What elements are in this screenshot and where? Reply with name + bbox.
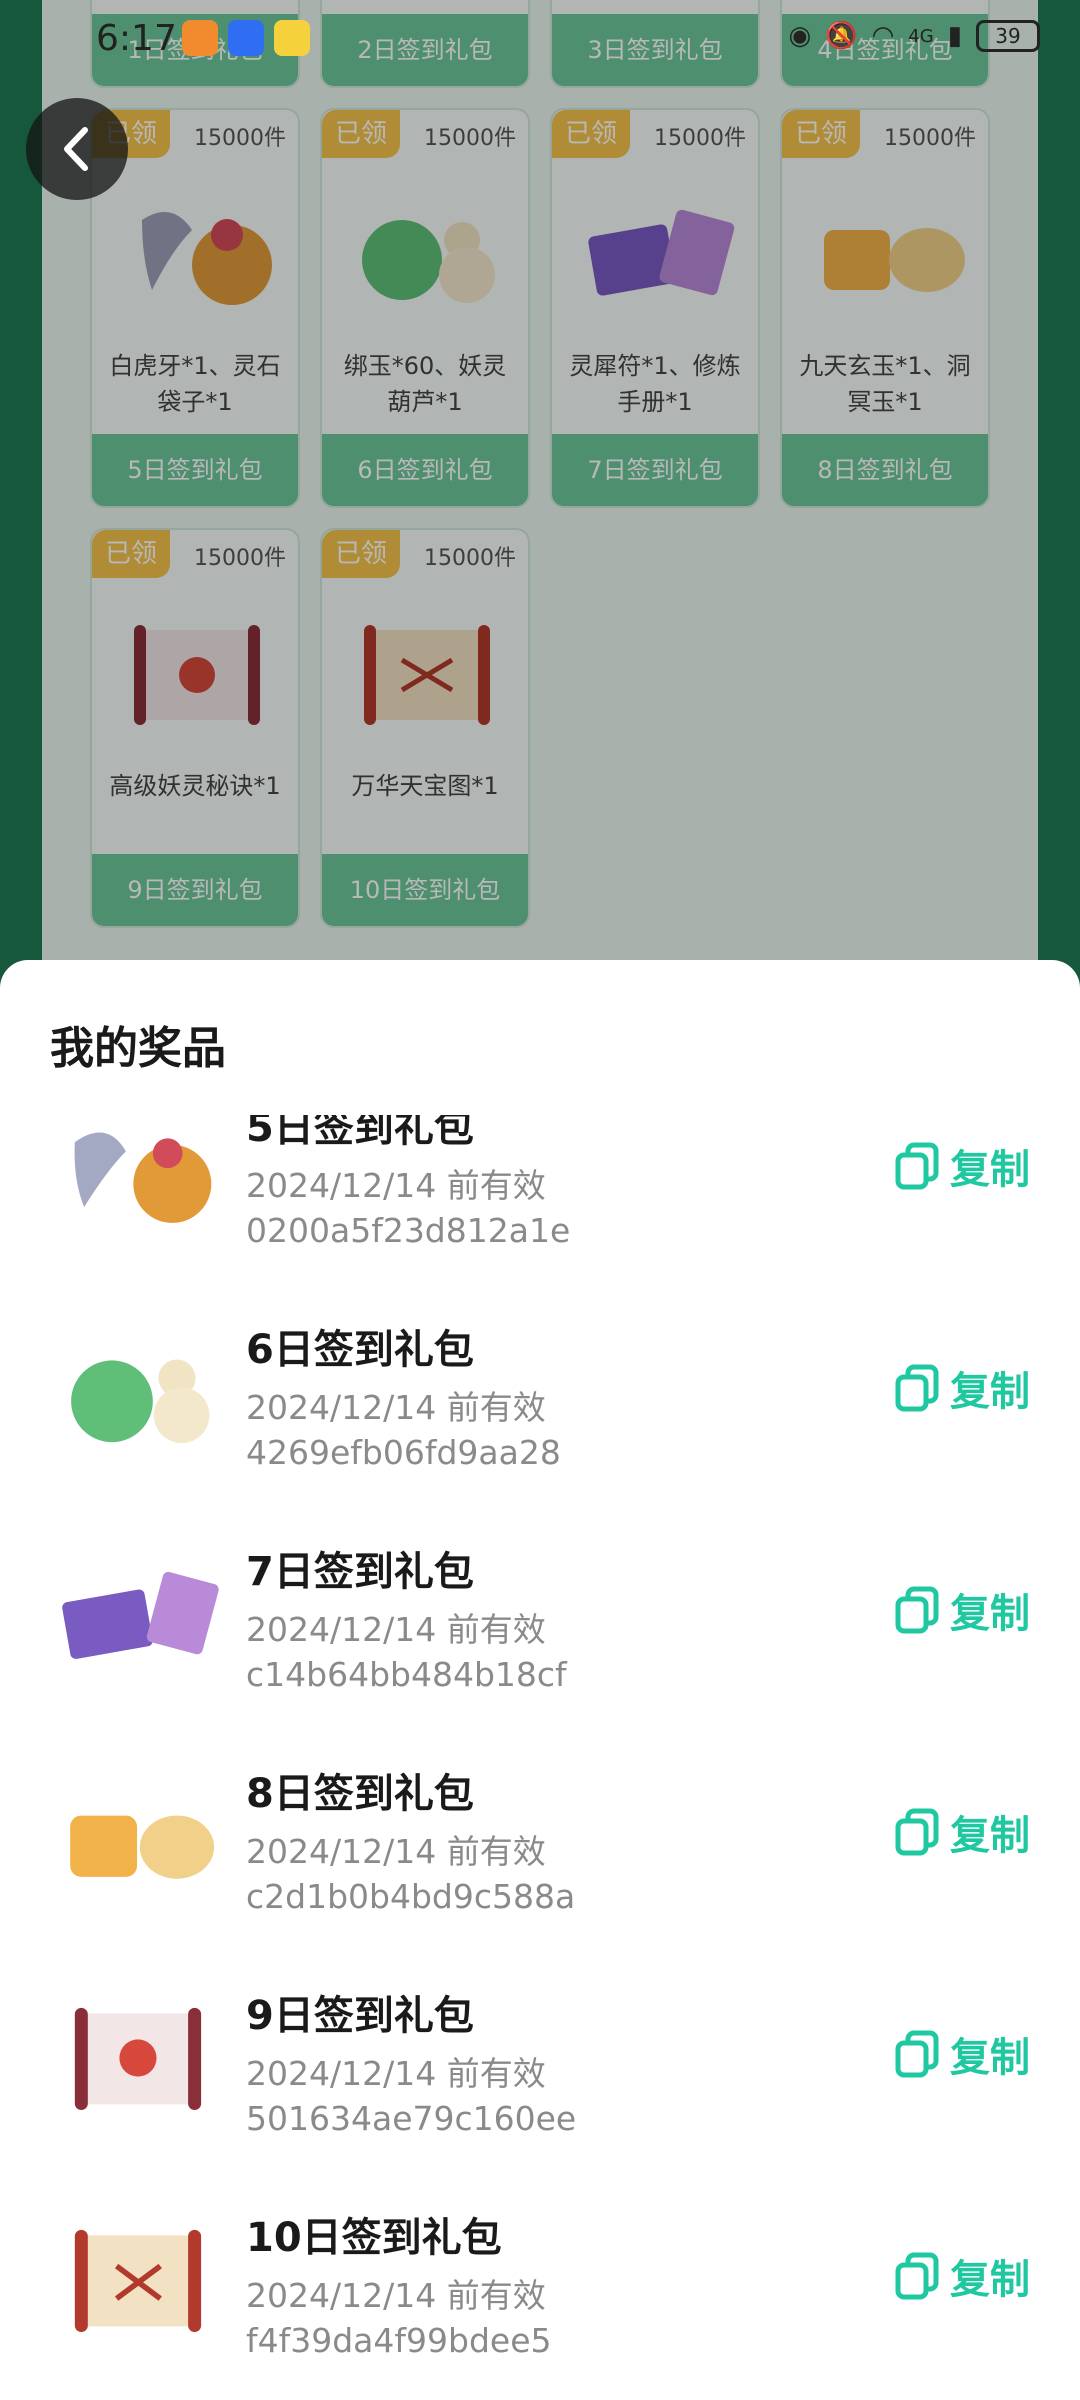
copy-icon [895, 1586, 939, 1634]
jade-and-gourd-icon [71, 1359, 210, 1444]
copy-button[interactable]: 复制 [894, 1581, 1030, 1639]
copy-icon [895, 1364, 939, 1412]
copy-icon [895, 1142, 939, 1190]
jade-ingots-icon [70, 1815, 215, 1879]
system-status-icons: ◉ 🔕 ◠ 4G ▮ 39 [789, 20, 1040, 52]
status-bar: 6:17 ◉ 🔕 ◠ 4G ▮ 39 [0, 0, 1080, 80]
prize-expiry: 2024/12/14 前有效 [246, 1610, 546, 1649]
copy-button[interactable]: 复制 [894, 2025, 1030, 2083]
copy-label: 复制 [950, 2257, 1030, 2303]
prize-code: c2d1b0b4bd9c588a [246, 1877, 576, 1916]
app-notification-icon [182, 20, 218, 56]
prize-code: 501634ae79c160ee [246, 2099, 577, 2138]
prize-name: 9日签到礼包 [246, 1993, 474, 2039]
app-notification-icon [228, 20, 264, 56]
prize-expiry: 2024/12/14 前有效 [246, 1388, 546, 1427]
prize-code: c14b64bb484b18cf [246, 1655, 567, 1694]
prize-row: 6日签到礼包 2024/12/14 前有效 4269efb06fd9aa28 复制 [0, 1277, 1080, 1499]
signal-icon: ▮ [947, 21, 962, 51]
prize-row: 10日签到礼包 2024/12/14 前有效 f4f39da4f99bdee5 复制 [0, 2165, 1080, 2387]
status-time: 6:17 [96, 18, 177, 59]
copy-button[interactable]: 复制 [894, 2247, 1030, 2305]
copy-label: 复制 [950, 1147, 1030, 1193]
copy-icon [895, 2030, 939, 2078]
prize-name: 6日签到礼包 [246, 1327, 474, 1373]
prize-name: 10日签到礼包 [246, 2215, 502, 2261]
prize-name: 7日签到礼包 [246, 1549, 474, 1595]
prize-expiry: 2024/12/14 前有效 [246, 1832, 546, 1871]
app-notification-icon [274, 20, 310, 56]
network-type-label: 4G [908, 25, 934, 47]
copy-button[interactable]: 复制 [894, 1137, 1030, 1195]
copy-button[interactable]: 复制 [894, 1803, 1030, 1861]
battery-icon: 39 [976, 20, 1040, 52]
copy-label: 复制 [950, 1813, 1030, 1859]
prize-expiry: 2024/12/14 前有效 [246, 1166, 546, 1205]
prize-code: 0200a5f23d812a1e [246, 1211, 571, 1250]
mute-bell-icon: 🔕 [825, 21, 858, 51]
prize-row: 9日签到礼包 2024/12/14 前有效 501634ae79c160ee 复制 [0, 1943, 1080, 2165]
notification-icons [182, 20, 310, 56]
prize-list[interactable]: 5日签到礼包 2024/12/14 前有效 0200a5f23d812a1e 复制 6日… [0, 1115, 1080, 2400]
talisman-and-manual-icon [62, 1571, 219, 1659]
copy-button[interactable]: 复制 [894, 1359, 1030, 1417]
my-prizes-sheet: 我的奖品 5日签到礼包 2024/12/14 前有效 0200a5f23d812a1… [0, 960, 1080, 2400]
prize-expiry: 2024/12/14 前有效 [246, 2276, 546, 2315]
prize-row: 7日签到礼包 2024/12/14 前有效 c14b64bb484b18cf 复制 [0, 1499, 1080, 1721]
copy-icon [895, 1808, 939, 1856]
tiger-fang-and-stone-bag-icon [74, 1132, 212, 1223]
prize-row: 5日签到礼包 2024/12/14 前有效 0200a5f23d812a1e 复制 [0, 1115, 1080, 1277]
prize-code: f4f39da4f99bdee5 [246, 2321, 552, 2360]
copy-label: 复制 [950, 1591, 1030, 1637]
sheet-title: 我的奖品 [50, 1023, 226, 1074]
copy-label: 复制 [950, 1369, 1030, 1415]
copy-label: 复制 [950, 2035, 1030, 2081]
prize-code: 4269efb06fd9aa28 [246, 1433, 561, 1472]
prize-row: 8日签到礼包 2024/12/14 前有效 c2d1b0b4bd9c588a 复制 [0, 1721, 1080, 1943]
copy-icon [895, 2252, 939, 2300]
back-button[interactable] [26, 98, 128, 200]
prize-expiry: 2024/12/14 前有效 [246, 2054, 546, 2093]
prize-name: 5日签到礼包 [246, 1115, 474, 1151]
treasure-map-icon [74, 2229, 202, 2332]
wifi-icon: ◠ [871, 21, 895, 51]
scroll-icon [74, 2007, 202, 2110]
chevron-left-icon [64, 127, 88, 171]
eye-icon: ◉ [788, 21, 812, 51]
prize-name: 8日签到礼包 [246, 1771, 474, 1817]
